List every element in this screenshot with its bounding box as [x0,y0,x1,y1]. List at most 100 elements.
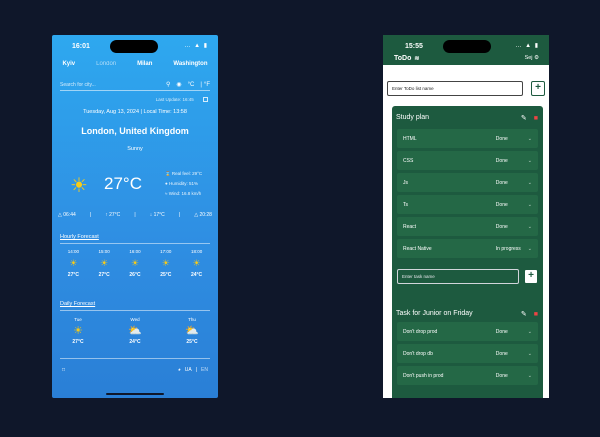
thermometer-icon: ⌛ [165,171,172,176]
status-select[interactable]: Done [496,158,528,164]
current-temperature: 27°C [104,174,142,193]
add-task-button[interactable]: + [524,269,538,284]
chevron-down-icon: ⌄ [527,135,532,142]
unit-celsius-button[interactable]: °C [188,82,195,88]
sun-temp-stats: △ 06:44 | ↑ 27°C | ↓ 17°C | △ 20:28 [58,212,212,218]
daily-item: Tue ☀ 27°C [58,317,98,345]
task-row[interactable]: Ts Done ⌄ [397,195,538,214]
hourly-forecast: 14:00 ☀ 27°C 15:00 ☀ 27°C 16:00 ☀ 26°C 17:00 ☀ 2… [58,249,212,278]
date-line: Tuesday, Aug 13, 2024 | Local Time: 13:5… [83,109,187,115]
chevron-down-icon: ⌄ [527,157,532,164]
edit-icon[interactable]: ✎ [521,311,527,318]
partly-cloudy-icon: ⛅ [185,325,199,337]
city-title: London, United Kingdom [81,126,189,136]
globe-icon[interactable]: ◕ [178,367,181,373]
wifi-icon: ≋ [414,56,420,62]
sunset-stat: △ 20:28 [194,212,212,218]
language-separator: | [195,367,198,373]
tab-london[interactable]: London [96,61,116,67]
header-user-label[interactable]: Sej [525,55,533,61]
sun-icon: ☀ [100,258,109,268]
search-icon[interactable]: ⚲ [166,81,170,88]
status-select[interactable]: Done [496,202,528,208]
sun-icon: ☀ [69,258,78,268]
arrow-down-icon: ↓ [149,212,153,218]
dynamic-island [443,40,491,53]
status-time: 16:01 [72,43,90,50]
status-icons: … ▲ ▮ [515,43,539,49]
partly-cloudy-icon: ⛅ [128,325,142,337]
location-pin-icon[interactable]: ◉ [176,81,181,88]
tab-washington[interactable]: Washington [173,61,207,67]
task-row[interactable]: CSS Done ⌄ [397,151,538,170]
status-select[interactable]: In progress [496,246,528,252]
status-icons: … ▲ ▮ [184,43,208,49]
tab-kyiv[interactable]: Kyiv [62,61,75,67]
tab-milan[interactable]: Milan [137,61,152,67]
low-temp-stat: ↓ 17°C [149,212,165,218]
daily-forecast: Tue ☀ 27°C Wed ⛅ 24°C Thu ⛅ 25°C [58,317,212,345]
card-actions: ✎ ■ [521,310,538,318]
search-input[interactable]: Search for city... [60,82,160,88]
refresh-icon[interactable] [203,97,208,103]
task-row[interactable]: Js Done ⌄ [397,173,538,192]
app-header: 15:55 … ▲ ▮ ToDo ≋ Sej ⚙ [383,35,549,65]
hourly-item: 14:00 ☀ 27°C [60,249,86,278]
status-select[interactable]: Done [496,224,528,230]
unit-fahrenheit-button[interactable]: °F [204,82,210,88]
language-button-en[interactable]: EN [201,367,208,373]
trash-icon[interactable]: ■ [534,311,538,318]
stat-divider: | [134,212,136,218]
sunrise-icon: △ [58,212,62,218]
weather-details: ⌛ Real feel: 29°C ● Humidity: 51% ≈ Wind… [165,169,202,199]
chevron-down-icon: ⌄ [527,328,532,335]
todo-list-card: Task for Junior on Friday ✎ ■ Don't drop … [392,302,543,398]
new-list-input[interactable]: Enter ToDo list name [387,81,523,96]
sun-icon: ☀ [73,325,83,337]
last-update-row: Last Update: 16:45 [52,97,208,103]
trash-icon[interactable]: ■ [534,115,538,122]
bottom-bar: □ ◕ UA | EN [62,367,208,373]
status-select[interactable]: Done [496,329,528,335]
hourly-item: 16:00 ☀ 26°C [122,249,148,278]
divider [60,358,210,359]
hourly-item: 18:00 ☀ 24°C [184,249,210,278]
hourly-forecast-label: Hourly Forecast [60,234,99,240]
daily-item: Thu ⛅ 25°C [172,317,212,345]
todo-app-screen: 15:55 … ▲ ▮ ToDo ≋ Sej ⚙ Enter ToDo list … [383,35,549,398]
high-temp-stat: ↑ 27°C [105,212,121,218]
status-select[interactable]: Done [496,373,528,379]
status-select[interactable]: Done [496,180,528,186]
gear-icon[interactable]: ⚙ [534,55,539,61]
task-row[interactable]: HTML Done ⌄ [397,129,538,148]
add-list-button[interactable]: + [531,81,545,96]
sun-icon: ☀ [192,258,201,268]
chevron-down-icon: ⌄ [527,372,532,379]
status-select[interactable]: Done [496,136,528,142]
weather-condition: Sunny [127,146,143,152]
edit-icon[interactable]: ✎ [521,115,527,122]
task-row[interactable]: React Native In progress ⌄ [397,239,538,258]
card-actions: ✎ ■ [521,114,538,122]
task-row[interactable]: Don't push in prod Done ⌄ [397,366,538,385]
wind: Wind: 16.8 km/h [168,191,202,196]
sun-icon: ☀ [161,258,170,268]
task-row[interactable]: Don't drop db Done ⌄ [397,344,538,363]
task-row[interactable]: React Done ⌄ [397,217,538,236]
daily-item: Wed ⛅ 24°C [115,317,155,345]
github-icon[interactable]: □ [62,367,65,373]
sunrise-stat: △ 06:44 [58,212,76,218]
status-select[interactable]: Done [496,351,528,357]
home-indicator [106,393,164,395]
header-actions: Sej ⚙ [525,55,539,61]
sun-icon: ☀ [130,258,140,268]
task-row[interactable]: Don't drop prod Done ⌄ [397,322,538,341]
language-button-ua[interactable]: UA [185,367,192,373]
sun-icon: ☀ [70,175,88,197]
unit-separator: | [200,81,202,88]
hourly-item: 17:00 ☀ 25°C [153,249,179,278]
stat-divider: | [89,212,92,218]
new-task-input[interactable]: Enter task name [397,269,519,284]
real-feel: Real feel: 29°C [171,171,203,176]
daily-forecast-label: Daily Forecast [60,301,96,307]
